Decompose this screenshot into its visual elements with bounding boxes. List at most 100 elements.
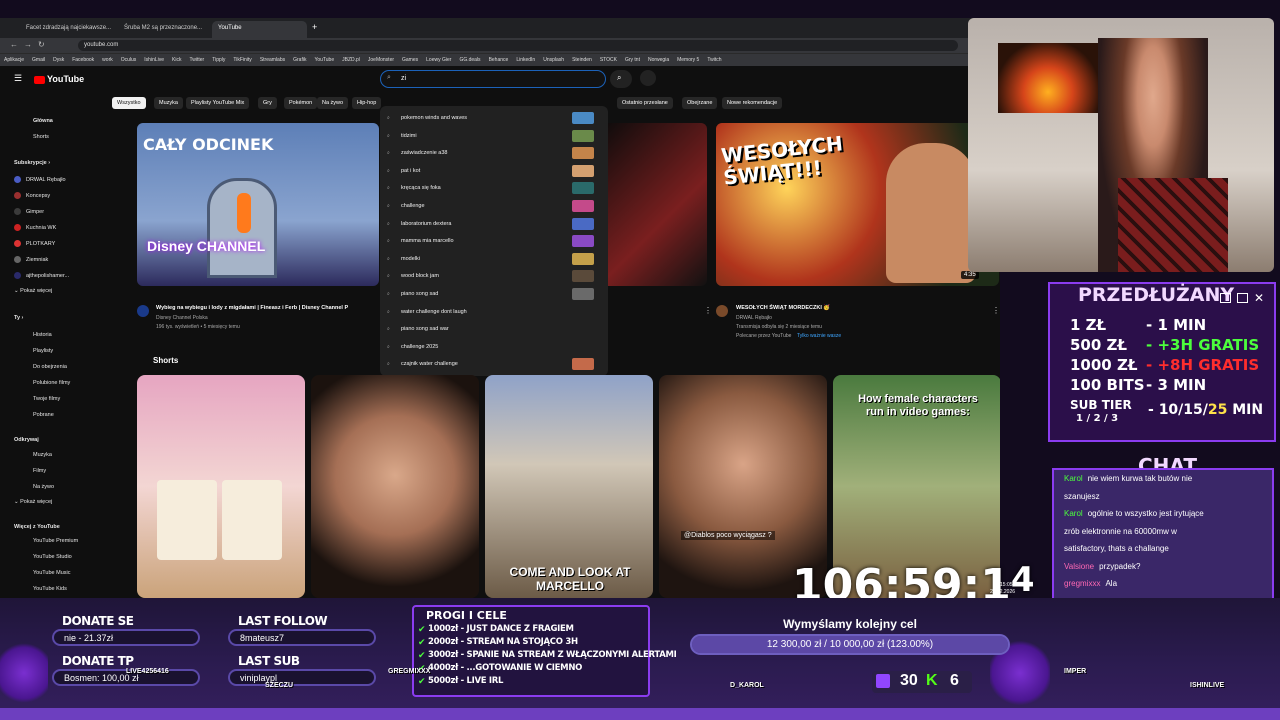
short-3[interactable]: COME AND LOOK AT MARCELLO: [485, 375, 653, 598]
chip-filter[interactable]: Gry: [258, 97, 277, 109]
sidebar-item-shorts[interactable]: Shorts: [33, 134, 49, 140]
search-suggestion[interactable]: challenge: [401, 203, 425, 209]
search-button[interactable]: ⌕: [610, 70, 632, 88]
channel-avatar[interactable]: [716, 305, 728, 317]
sidebar-more-item[interactable]: YouTube Premium: [33, 538, 78, 544]
bookmark-item[interactable]: Behance: [489, 57, 509, 63]
bookmark-item[interactable]: Facebook: [72, 57, 94, 63]
chip-filter[interactable]: Pokémon: [284, 97, 318, 109]
bookmark-item[interactable]: Memory 5: [677, 57, 699, 63]
bookmark-item[interactable]: work: [102, 57, 113, 63]
mic-icon[interactable]: [640, 70, 656, 86]
chip-filter[interactable]: Wszystko: [112, 97, 146, 109]
bookmark-item[interactable]: Tipply: [212, 57, 225, 63]
back-icon[interactable]: ←: [10, 40, 18, 49]
bookmark-item[interactable]: JoeMonster: [368, 57, 394, 63]
sidebar-channel[interactable]: ajthepolishamer...: [14, 272, 69, 279]
more-options-icon[interactable]: ⋮: [704, 306, 712, 315]
bookmark-item[interactable]: Loewy Gier: [426, 57, 451, 63]
video-thumbnail-1[interactable]: CAŁY ODCINEK Disney CHANNEL: [137, 123, 379, 286]
chip-filter[interactable]: Muzyka: [154, 97, 183, 109]
channel-avatar[interactable]: [137, 305, 149, 317]
short-1[interactable]: [137, 375, 305, 598]
search-suggestion[interactable]: challenge 2025: [401, 344, 438, 350]
youtube-logo[interactable]: YouTube: [34, 74, 84, 84]
bookmark-item[interactable]: Kick: [172, 57, 181, 63]
sidebar-show-more[interactable]: ⌄ Pokaż więcej: [14, 288, 52, 294]
tab-2[interactable]: Śruba M2 są przeznaczone...: [118, 21, 208, 38]
sidebar-explore-item[interactable]: Muzyka: [33, 452, 52, 458]
bookmark-item[interactable]: TikFinity: [233, 57, 251, 63]
video-thumbnail-3[interactable]: WESOŁYCH ŚWIĄT!!! 4:35: [716, 123, 999, 286]
reload-icon[interactable]: ↻: [38, 40, 45, 49]
new-tab-icon[interactable]: +: [312, 22, 317, 32]
sidebar-explore-item[interactable]: Filmy: [33, 468, 46, 474]
search-suggestion[interactable]: piano song sad: [401, 291, 438, 297]
search-suggestion[interactable]: laboratorium dextera: [401, 221, 451, 227]
search-suggestion[interactable]: wood block jam: [401, 273, 439, 279]
video-thumbnail-2[interactable]: [600, 123, 707, 286]
bookmark-item[interactable]: Unsplash: [543, 57, 564, 63]
search-suggestion[interactable]: modelki: [401, 256, 420, 262]
bookmark-item[interactable]: JBZD.pl: [342, 57, 360, 63]
short-2[interactable]: [311, 375, 479, 598]
sidebar-item-home[interactable]: Główna: [33, 118, 53, 124]
bookmark-item[interactable]: Norwegia: [648, 57, 669, 63]
sidebar-more-item[interactable]: YouTube Studio: [33, 554, 72, 560]
bookmark-item[interactable]: Twitter: [189, 57, 204, 63]
search-suggestion[interactable]: tidzimi: [401, 133, 417, 139]
search-suggestion[interactable]: water challenge dont laugh: [401, 309, 467, 315]
video-title-3[interactable]: WESOŁYCH ŚWIĄT MORDECZKI 🥳: [736, 305, 830, 311]
tab-youtube[interactable]: YouTube: [212, 21, 307, 38]
sidebar-show-more[interactable]: ⌄ Pokaż więcej: [14, 499, 52, 505]
search-suggestion[interactable]: mamma mia marcello: [401, 238, 454, 244]
sidebar-more-item[interactable]: YouTube Music: [33, 570, 71, 576]
bookmark-item[interactable]: IshinLive: [144, 57, 164, 63]
sidebar-channel[interactable]: Koncepsy: [14, 192, 50, 199]
sidebar-you-item[interactable]: Polubione filmy: [33, 380, 70, 386]
bookmark-item[interactable]: Gmail: [32, 57, 45, 63]
search-suggestion[interactable]: zaświadczenie a38: [401, 150, 447, 156]
bookmark-item[interactable]: Aplikacje: [4, 57, 24, 63]
video-channel-3[interactable]: DRWAL Rębajło: [736, 315, 772, 321]
sidebar-more-item[interactable]: YouTube Kids: [33, 586, 67, 592]
chip-filter[interactable]: Ostatnio przesłane: [617, 97, 673, 109]
bookmark-item[interactable]: Dysk: [53, 57, 64, 63]
sidebar-channel[interactable]: Ziemniak: [14, 256, 48, 263]
search-suggestion[interactable]: piano song sad war: [401, 326, 449, 332]
search-suggestion[interactable]: czajnik water challenge: [401, 361, 458, 367]
bookmark-item[interactable]: Steinden: [572, 57, 592, 63]
url-input[interactable]: youtube.com: [78, 40, 958, 51]
search-suggestion[interactable]: kręcąca się foka: [401, 185, 441, 191]
more-options-icon[interactable]: ⋮: [992, 306, 1000, 315]
forward-icon[interactable]: →: [24, 40, 32, 49]
search-input[interactable]: ⌕ zi: [380, 70, 606, 88]
search-suggestion[interactable]: pat i kot: [401, 168, 420, 174]
bookmark-item[interactable]: Gry tnt: [625, 57, 640, 63]
sidebar-you-item[interactable]: Historia: [33, 332, 52, 338]
sidebar-you-item[interactable]: Twoje filmy: [33, 396, 60, 402]
video-title-1[interactable]: Wybieg na wybiegu i lody z migdałami | F…: [156, 305, 348, 311]
bookmark-item[interactable]: Oculus: [121, 57, 137, 63]
bookmark-item[interactable]: Grafik: [293, 57, 306, 63]
chip-filter[interactable]: Playlisty YouTube Mix: [186, 97, 250, 109]
bookmark-item[interactable]: Games: [402, 57, 418, 63]
sidebar-you-header[interactable]: Ty ›: [14, 315, 23, 321]
search-suggestion[interactable]: pokemon winds and waves: [401, 115, 467, 121]
sidebar-channel[interactable]: Gimper: [14, 208, 44, 215]
sidebar-you-item[interactable]: Playlisty: [33, 348, 53, 354]
chip-filter[interactable]: Hip-hop: [352, 97, 382, 109]
tab-1[interactable]: Facet zdradzają najciekawsze...: [20, 21, 115, 38]
sidebar-subscriptions-header[interactable]: Subskrypcje ›: [14, 160, 50, 166]
bookmark-item[interactable]: GG.deals: [459, 57, 480, 63]
menu-icon[interactable]: ☰: [14, 73, 22, 84]
bookmark-item[interactable]: Twitch: [707, 57, 721, 63]
sidebar-channel[interactable]: DRWAL Rębajło: [14, 176, 66, 183]
sidebar-channel[interactable]: Kuchnia WK: [14, 224, 56, 231]
video-channel-1[interactable]: Disney Channel Polska: [156, 315, 208, 321]
chip-filter[interactable]: Nowe rekomendacje: [722, 97, 783, 109]
chip-filter[interactable]: Obejrzane: [682, 97, 718, 109]
sidebar-explore-item[interactable]: Na żywo: [33, 484, 54, 490]
bookmark-item[interactable]: LinkedIn: [516, 57, 535, 63]
sidebar-channel[interactable]: PLOTKARY: [14, 240, 55, 247]
